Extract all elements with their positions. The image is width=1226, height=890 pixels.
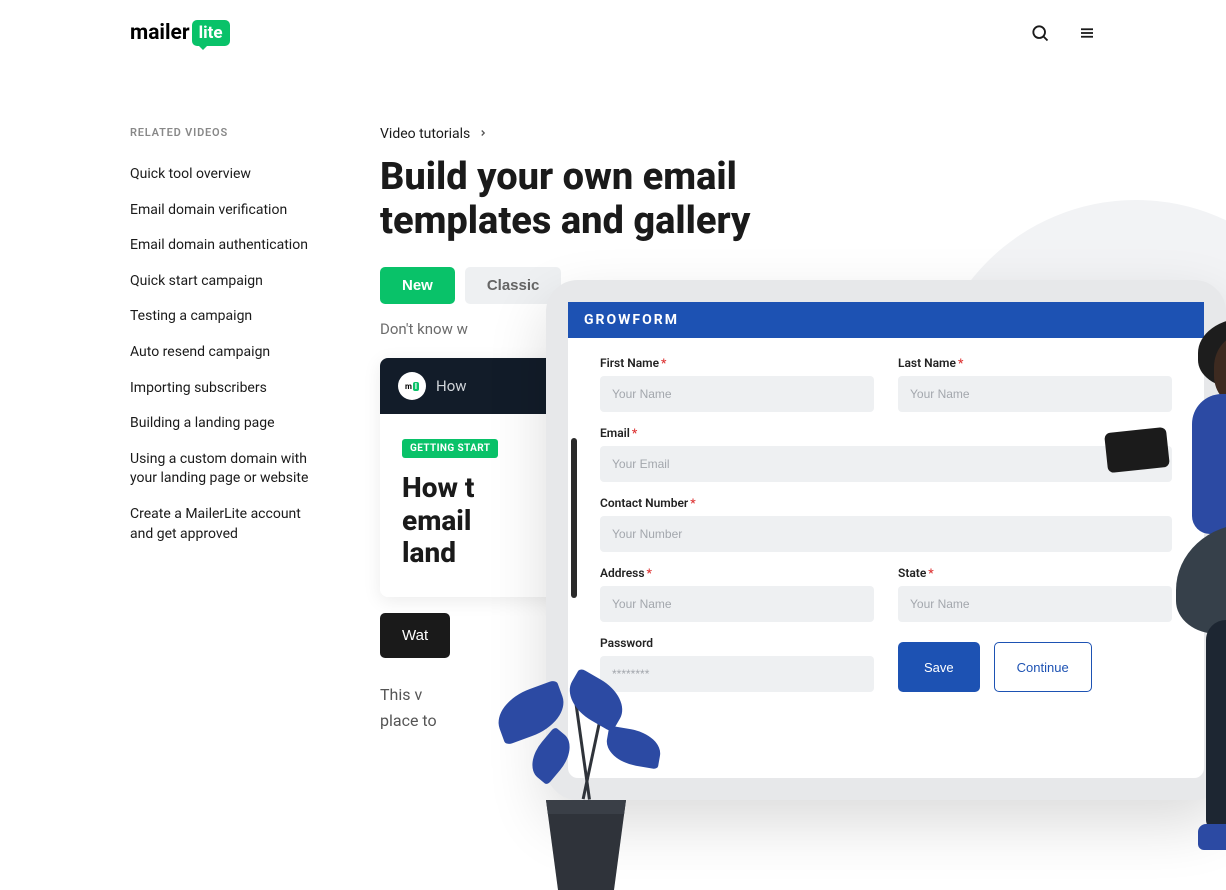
save-button[interactable]: Save xyxy=(898,642,980,692)
email-field[interactable] xyxy=(600,446,1172,482)
sidebar: RELATED VIDEOS Quick tool overview Email… xyxy=(130,126,320,733)
sidebar-item[interactable]: Quick tool overview xyxy=(130,157,320,193)
last-name-field[interactable] xyxy=(898,376,1172,412)
tab-classic[interactable]: Classic xyxy=(465,267,562,304)
form-brand: GROWFORM xyxy=(568,302,1204,338)
password-field[interactable] xyxy=(600,656,874,692)
video-avatar: ml xyxy=(398,372,426,400)
breadcrumb: Video tutorials xyxy=(380,126,1096,142)
search-icon[interactable] xyxy=(1030,23,1050,43)
sidebar-item[interactable]: Create a MailerLite account and get appr… xyxy=(130,497,320,552)
header: mailer lite xyxy=(0,0,1226,66)
video-header-text: How xyxy=(436,377,467,395)
sidebar-item[interactable]: Email domain verification xyxy=(130,193,320,229)
breadcrumb-root[interactable]: Video tutorials xyxy=(380,126,470,142)
sidebar-item[interactable]: Quick start campaign xyxy=(130,264,320,300)
illustration-overlay: GROWFORM First Name* Last Name* Email* xyxy=(486,280,1226,880)
badge: GETTING START xyxy=(402,439,498,458)
page-title: Build your own email templates and galle… xyxy=(380,156,880,243)
first-name-label: First Name* xyxy=(600,356,874,370)
sidebar-item[interactable]: Testing a campaign xyxy=(130,299,320,335)
logo-main: mailer xyxy=(130,21,190,45)
sidebar-item[interactable]: Importing subscribers xyxy=(130,371,320,407)
address-label: Address* xyxy=(600,566,874,580)
state-field[interactable] xyxy=(898,586,1172,622)
contact-label: Contact Number* xyxy=(600,496,1172,510)
sidebar-title: RELATED VIDEOS xyxy=(130,126,320,139)
last-name-label: Last Name* xyxy=(898,356,1172,370)
address-field[interactable] xyxy=(600,586,874,622)
chevron-right-icon xyxy=(478,126,488,142)
watch-button[interactable]: Wat xyxy=(380,613,450,658)
continue-button[interactable]: Continue xyxy=(994,642,1092,692)
sidebar-item[interactable]: Using a custom domain with your landing … xyxy=(130,442,320,497)
logo-accent: lite xyxy=(192,20,230,46)
state-label: State* xyxy=(898,566,1172,580)
sidebar-item[interactable]: Email domain authentication xyxy=(130,228,320,264)
menu-icon[interactable] xyxy=(1078,24,1096,42)
sidebar-item[interactable]: Auto resend campaign xyxy=(130,335,320,371)
email-label: Email* xyxy=(600,426,1172,440)
scrollbar[interactable] xyxy=(571,438,577,598)
logo[interactable]: mailer lite xyxy=(130,20,230,46)
first-name-field[interactable] xyxy=(600,376,874,412)
tablet-mockup: GROWFORM First Name* Last Name* Email* xyxy=(546,280,1226,800)
tab-new[interactable]: New xyxy=(380,267,455,304)
password-label: Password xyxy=(600,636,874,650)
sidebar-item[interactable]: Building a landing page xyxy=(130,406,320,442)
contact-field[interactable] xyxy=(600,516,1172,552)
